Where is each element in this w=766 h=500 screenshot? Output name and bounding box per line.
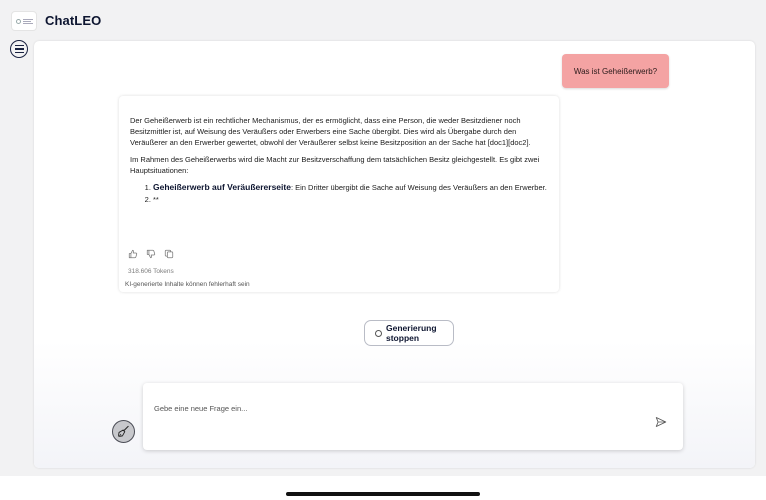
answer-list: Geheißerwerb auf Veräußererseite: Ein Dr… [153, 182, 549, 205]
answer-paragraph-2: Im Rahmen des Geheißerwerbs wird die Mac… [130, 155, 540, 175]
menu-button[interactable] [10, 40, 28, 58]
user-message-bubble: Was ist Geheißerwerb? [562, 54, 669, 88]
thumbs-up-icon[interactable] [128, 249, 138, 259]
list-item: ** [153, 194, 549, 205]
list-item: Geheißerwerb auf Veräußererseite: Ein Dr… [153, 182, 549, 193]
top-bar: ChatLEO [0, 0, 766, 38]
token-count: 318.606 Tokens [128, 268, 174, 275]
app-title: ChatLEO [45, 13, 102, 28]
stop-generation-label: Generierung stoppen [386, 323, 437, 343]
copy-icon[interactable] [164, 249, 174, 259]
question-input-box [143, 383, 683, 450]
assistant-answer-card: Der Geheißerwerb ist ein rechtlicher Mec… [119, 96, 559, 292]
answer-paragraph-1: Der Geheißerwerb ist ein rechtlicher Mec… [130, 116, 531, 147]
stop-circle-icon [375, 329, 382, 337]
home-indicator[interactable] [286, 492, 480, 496]
send-icon[interactable] [655, 416, 667, 428]
clear-chat-button[interactable] [112, 420, 135, 443]
ai-disclaimer: KI-generierte Inhalte können fehlerhaft … [125, 281, 250, 288]
broom-icon [118, 425, 129, 437]
question-input[interactable] [154, 401, 624, 415]
thumbs-down-icon[interactable] [146, 249, 156, 259]
hamburger-menu-icon [14, 45, 24, 47]
chat-panel: Was ist Geheißerwerb? Der Geheißerwerb i… [34, 41, 755, 468]
answer-actions [128, 249, 174, 259]
stop-generation-button[interactable]: Generierung stoppen [364, 320, 454, 346]
bottom-strip [0, 476, 766, 500]
app-logo [12, 12, 36, 30]
